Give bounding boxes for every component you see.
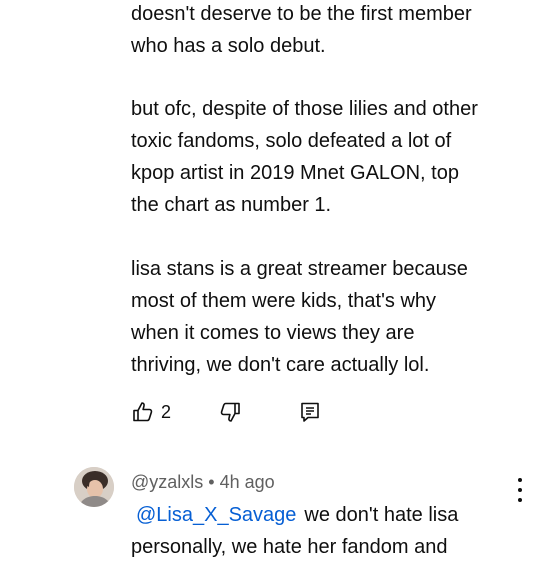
comment-line: who has a solo debut. [131, 35, 326, 57]
comment-line: toxic fandoms, solo defeated a lot of [131, 130, 452, 152]
reply-comment-text: @Lisa_X_Savage we don't hate lisa persona… [131, 499, 551, 563]
reply-line-2: personally, we hate her fandom and [131, 536, 448, 558]
comment-line: the chart as number 1. [131, 194, 332, 216]
mention-link[interactable]: @Lisa_X_Savage [136, 504, 296, 526]
reply-button[interactable] [298, 400, 322, 424]
like-button[interactable]: 2 [131, 400, 171, 424]
comment-line: but ofc, despite of those lilies and oth… [131, 98, 478, 120]
avatar-image [74, 467, 114, 507]
comment-line: when it comes to views they are [131, 322, 415, 344]
dislike-button[interactable] [218, 400, 242, 424]
comment-line: kpop artist in 2019 Mnet GALON, top [131, 162, 459, 184]
reply-line-1: @Lisa_X_Savage we don't hate lisa [131, 499, 551, 531]
comment-text-block-3: lisa stans is a great streamer because m… [131, 253, 551, 381]
more-vert-icon [518, 478, 522, 482]
comment-line: doesn't deserve to be the first member [131, 3, 472, 25]
more-vert-icon [518, 488, 522, 492]
avatar[interactable] [74, 467, 114, 507]
comment-author[interactable]: @yzalxls [131, 472, 203, 492]
comment-text-block-1: doesn't deserve to be the first member w… [131, 0, 551, 62]
thumbs-up-icon [133, 402, 153, 422]
comment-line: most of them were kids, that's why [131, 290, 437, 312]
comment-time[interactable]: 4h ago [220, 472, 275, 492]
reply-text: we don't hate lisa [304, 504, 459, 526]
reply-comment-icon [301, 402, 319, 422]
meta-separator: • [208, 472, 215, 492]
comment-text-block-2: but ofc, despite of those lilies and oth… [131, 93, 551, 221]
comment-line: lisa stans is a great streamer because [131, 258, 468, 280]
comment-line: thriving, we don't care actually lol. [131, 354, 430, 376]
reply-comment-meta: @yzalxls • 4h ago [131, 472, 275, 493]
like-count: 2 [161, 401, 172, 422]
thumbs-down-icon [220, 402, 240, 422]
